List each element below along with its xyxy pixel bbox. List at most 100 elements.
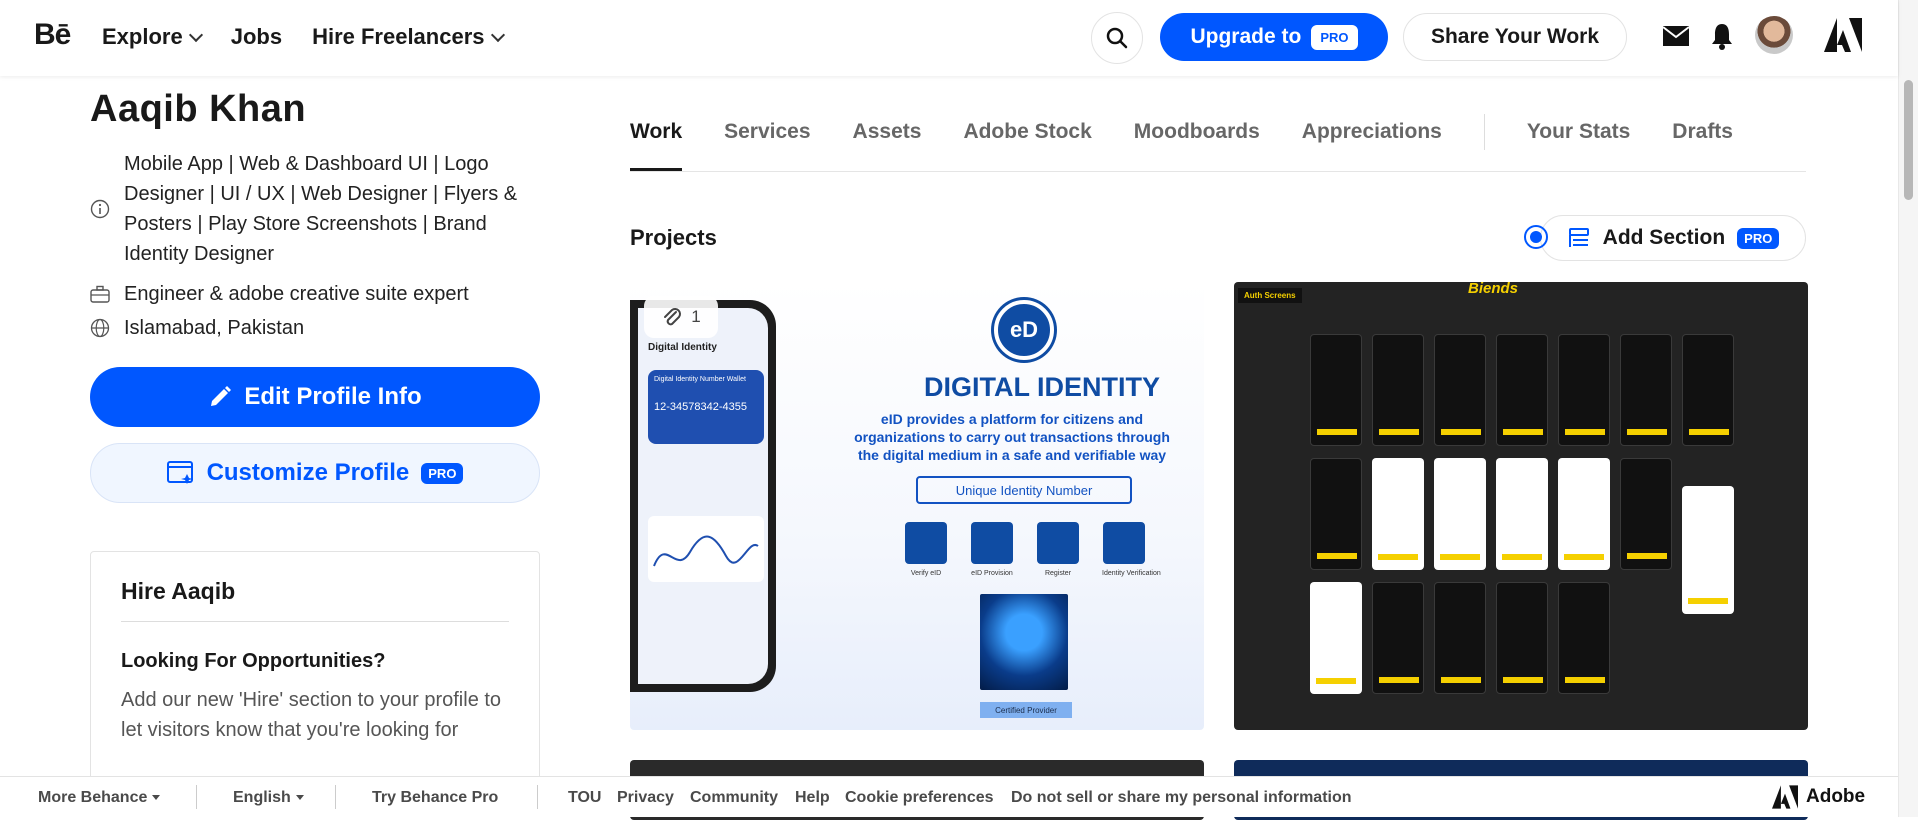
fingerprint-icon [971,522,1013,564]
try-behance-pro-link[interactable]: Try Behance Pro [372,789,498,807]
edit-profile-label: Edit Profile Info [244,383,422,410]
profile-occupation-row: Engineer & adobe creative suite expert [90,279,540,309]
phone-number: 12-34578342-4355 [654,401,747,413]
pro-badge: PRO [1737,227,1780,249]
avatar[interactable] [1755,16,1793,54]
search-button[interactable] [1091,12,1143,64]
profile-occupation: Engineer & adobe creative suite expert [124,283,469,305]
pro-badge: PRO [421,462,464,484]
identity-icon [1103,522,1145,564]
chevron-down-icon [188,27,203,42]
top-navigation-bar: Bē Explore Jobs Hire Freelancers Upgrade… [0,0,1898,76]
nav-jobs[interactable]: Jobs [231,24,282,50]
biends-brand: Biends [1468,282,1519,297]
edit-profile-button[interactable]: Edit Profile Info [90,367,540,427]
tab-appreciations[interactable]: Appreciations [1302,120,1442,150]
adobe-logo-icon [1772,785,1798,809]
shield-icon [905,522,947,564]
hire-title: Hire Aaqib [121,578,509,622]
card-headline: DIGITAL IDENTITY [924,372,1160,402]
tab-services[interactable]: Services [724,120,810,150]
behance-logo[interactable]: Bē [34,18,71,52]
card-description: eID provides a platform for citizens and… [854,411,1170,463]
phone-id-card: Digital Identity Number Wallet 12-345783… [648,370,764,444]
feature-label: Identity Verification [1102,570,1161,577]
briefcase-icon [90,285,110,303]
footer-link-privacy[interactable]: Privacy [617,789,674,807]
main-nav: Explore Jobs Hire Freelancers [102,24,505,50]
customize-profile-button[interactable]: Customize Profile PRO [90,443,540,503]
add-section-label: Add Section [1602,226,1726,249]
tab-divider [1483,114,1485,150]
face-scan-image [980,594,1068,690]
nav-explore-label: Explore [102,24,183,49]
tab-adobe-stock[interactable]: Adobe Stock [963,120,1091,150]
caret-down-icon [152,795,161,801]
footer: More Behance English Try Behance Pro TOU… [0,776,1898,817]
profile-location: Islamabad, Pakistan [124,317,305,339]
tab-moodboards[interactable]: Moodboards [1134,120,1260,150]
bell-icon[interactable] [1710,22,1734,50]
tab-your-stats[interactable]: Your Stats [1527,120,1630,150]
search-icon [1106,27,1128,49]
section-list-icon [1568,228,1589,247]
profile-bio-row: Mobile App | Web & Dashboard UI | Logo D… [90,149,540,269]
caret-down-icon [295,795,304,801]
attachment-count-badge: 1 [644,296,718,338]
chevron-down-icon [490,27,505,42]
phone-title: Digital Identity [648,342,717,353]
register-icon [1037,522,1079,564]
pro-badge: PRO [1311,24,1358,50]
phone-chart [648,516,764,582]
wave-chart-icon [653,535,759,567]
info-icon [90,199,110,219]
footer-link-do-not-sell[interactable]: Do not sell or share my personal informa… [1011,789,1352,807]
eid-logo: eD [994,300,1054,360]
profile-sidebar: Aaqib Khan Mobile App | Web & Dashboard … [90,76,540,811]
phone-mockup: Digital Identity Digital Identity Number… [630,300,776,692]
hire-card: Hire Aaqib Looking For Opportunities? Ad… [90,551,540,811]
feature-label: Register [1044,570,1072,577]
customize-icon [166,461,193,484]
footer-link-tou[interactable]: TOU [568,789,601,807]
mail-icon[interactable] [1662,25,1690,47]
pencil-icon [211,386,232,406]
section-toggle-radio[interactable] [1524,225,1548,249]
adobe-label: Adobe [1806,786,1866,807]
nav-jobs-label: Jobs [230,24,283,49]
feature-label: eID Provision [971,570,1013,577]
profile-bio: Mobile App | Web & Dashboard UI | Logo D… [124,153,518,265]
tab-work[interactable]: Work [630,120,682,150]
footer-adobe[interactable]: Adobe [1772,785,1865,809]
globe-icon [90,318,110,338]
tab-drafts[interactable]: Drafts [1672,120,1733,150]
profile-tabs: Work Services Assets Adobe Stock Moodboa… [630,114,1733,150]
scrollbar-thumb[interactable] [1904,80,1913,200]
nav-hire-freelancers[interactable]: Hire Freelancers [312,24,505,50]
hire-text: Add our new 'Hire' section to your profi… [121,689,502,741]
profile-name: Aaqib Khan [90,88,307,130]
auth-screens-tag: Auth Screens [1238,288,1302,303]
nav-hire-label: Hire Freelancers [312,24,485,49]
add-section-button[interactable]: Add Section PRO [1540,215,1806,261]
upgrade-label: Upgrade to [1190,25,1302,48]
nav-explore[interactable]: Explore [102,24,203,50]
footer-link-community[interactable]: Community [690,789,778,807]
feature-label: Verify eID [910,570,942,577]
profile-location-row: Islamabad, Pakistan [90,313,540,343]
tab-assets[interactable]: Assets [853,120,922,150]
attachment-count: 1 [691,307,701,326]
share-your-work-button[interactable]: Share Your Work [1403,13,1627,61]
footer-link-help[interactable]: Help [795,789,830,807]
footer-link-cookie-preferences[interactable]: Cookie preferences [845,789,994,807]
project-card-biends[interactable]: Auth Screens Biends [1234,282,1808,730]
page-scrollbar[interactable] [1898,0,1918,817]
adobe-logo-icon[interactable] [1824,18,1862,52]
language-dropdown[interactable]: English [233,789,304,807]
hire-subtitle: Looking For Opportunities? [121,650,386,672]
tabs-divider [630,171,1806,172]
project-card-digital-identity[interactable]: Digital Identity Digital Identity Number… [630,282,1204,730]
certified-label: Certified Provider [980,702,1072,718]
upgrade-button[interactable]: Upgrade to PRO [1160,13,1388,61]
more-behance-dropdown[interactable]: More Behance [38,789,161,807]
